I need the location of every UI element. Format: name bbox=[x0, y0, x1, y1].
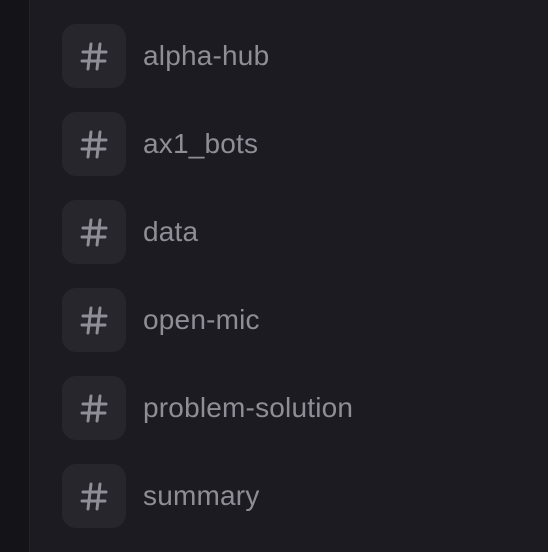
channel-sidebar: alpha-hub ax1_bots data open-mic problem… bbox=[0, 0, 548, 552]
hash-icon bbox=[62, 288, 126, 352]
channel-item-alpha-hub[interactable]: alpha-hub bbox=[62, 24, 353, 88]
server-rail bbox=[0, 0, 29, 552]
channel-item-ax1-bots[interactable]: ax1_bots bbox=[62, 112, 353, 176]
hash-icon bbox=[62, 24, 126, 88]
hash-icon bbox=[62, 112, 126, 176]
channel-label: problem-solution bbox=[143, 392, 354, 423]
channel-list: alpha-hub ax1_bots data open-mic problem… bbox=[62, 24, 353, 552]
channel-label: data bbox=[143, 216, 199, 247]
channel-label: alpha-hub bbox=[143, 40, 270, 71]
channel-label: ax1_bots bbox=[143, 128, 259, 159]
channel-item-problem-solution[interactable]: problem-solution bbox=[62, 376, 353, 440]
hash-icon bbox=[62, 200, 126, 264]
channel-item-open-mic[interactable]: open-mic bbox=[62, 288, 353, 352]
hash-icon bbox=[62, 464, 126, 528]
channel-label: summary bbox=[143, 480, 260, 511]
channel-item-data[interactable]: data bbox=[62, 200, 353, 264]
channel-item-summary[interactable]: summary bbox=[62, 464, 353, 528]
channel-label: open-mic bbox=[143, 304, 260, 335]
hash-icon bbox=[62, 376, 126, 440]
rail-divider bbox=[29, 0, 30, 552]
